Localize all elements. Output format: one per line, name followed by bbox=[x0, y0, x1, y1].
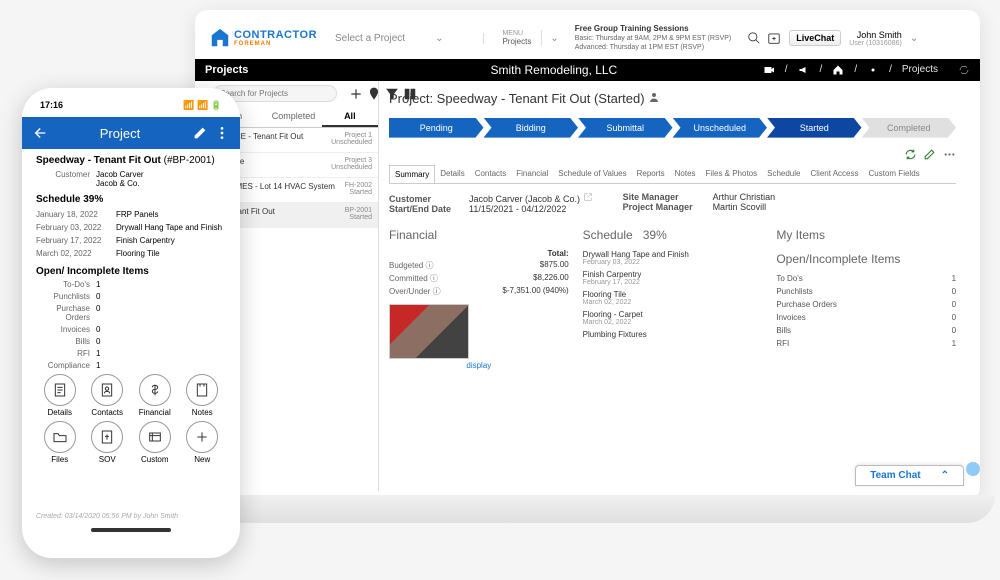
new-button[interactable]: New bbox=[186, 421, 218, 464]
megaphone-icon[interactable] bbox=[798, 64, 810, 76]
tab-schedule[interactable]: Schedule bbox=[762, 165, 805, 183]
schedule-section: Schedule 39% Drywall Hang Tape and Finis… bbox=[583, 228, 763, 370]
refresh-icon[interactable] bbox=[958, 64, 970, 76]
chevron-down-icon: ⌄ bbox=[910, 33, 918, 44]
home-icon[interactable] bbox=[832, 64, 844, 76]
chat-bubble-icon[interactable] bbox=[966, 462, 980, 476]
stage-pipeline: Pending Bidding Submittal Unscheduled St… bbox=[389, 118, 956, 138]
stage-unscheduled[interactable]: Unscheduled bbox=[673, 118, 768, 138]
gear-icon[interactable] bbox=[867, 64, 879, 76]
title-bar: Projects Smith Remodeling, LLC / / / / P… bbox=[195, 59, 980, 81]
display-link[interactable]: display bbox=[389, 361, 569, 370]
stage-pending[interactable]: Pending bbox=[389, 118, 484, 138]
phone-header: Project bbox=[22, 117, 240, 149]
stage-completed[interactable]: Completed bbox=[862, 118, 957, 138]
brand-logo[interactable]: CONTRACTORFOREMAN bbox=[209, 27, 317, 49]
chevron-down-icon: ⌄ bbox=[550, 33, 558, 44]
brand-name: CONTRACTOR bbox=[234, 29, 317, 41]
main-content: en Completed All PALACE - Tenant Fit Out… bbox=[209, 81, 966, 491]
select-project-dropdown[interactable]: Select a Project⌄ bbox=[325, 33, 484, 44]
back-icon[interactable] bbox=[32, 125, 48, 141]
phone-notch bbox=[86, 88, 176, 106]
phone-title: Project bbox=[48, 126, 192, 141]
myitems-section: My Items Open/Incomplete Items To Do's1 … bbox=[776, 228, 956, 370]
tab-contacts[interactable]: Contacts bbox=[470, 165, 512, 183]
tab-files[interactable]: Files & Photos bbox=[701, 165, 763, 183]
project-title: Project: Speedway - Tenant Fit Out (Star… bbox=[389, 87, 956, 110]
user-menu[interactable]: John Smith User (10316086) bbox=[849, 30, 902, 47]
created-text: Created: 03/14/2020 05:56 PM by John Smi… bbox=[30, 509, 232, 524]
video-icon[interactable] bbox=[763, 64, 775, 76]
external-icon[interactable] bbox=[583, 192, 593, 202]
financial-button[interactable]: Financial bbox=[139, 374, 171, 417]
phone-frame: 17:16 📶 📶 🔋 Project Speedway - Tenant Fi… bbox=[22, 88, 240, 558]
stage-started[interactable]: Started bbox=[767, 118, 862, 138]
menu-dropdown[interactable]: MENUProjects bbox=[492, 30, 542, 46]
more-icon[interactable] bbox=[214, 125, 230, 141]
phone-buttons-row1: Details Contacts Financial Notes bbox=[36, 374, 226, 417]
company-name: Smith Remodeling, LLC bbox=[345, 63, 763, 77]
tab-notes[interactable]: Notes bbox=[670, 165, 701, 183]
tab-summary[interactable]: Summary bbox=[389, 165, 435, 183]
custom-button[interactable]: Custom bbox=[139, 421, 171, 464]
top-bar: CONTRACTORFOREMAN Select a Project⌄ MENU… bbox=[209, 22, 966, 59]
project-info: CustomerJacob Carver (Jacob & Co.) Start… bbox=[389, 184, 956, 222]
signal-wifi-battery-icons: 📶 📶 🔋 bbox=[183, 100, 222, 111]
phone-buttons-row2: Files SOV Custom New bbox=[36, 421, 226, 464]
laptop-base bbox=[175, 495, 995, 523]
home-indicator[interactable] bbox=[91, 528, 171, 532]
details-button[interactable]: Details bbox=[44, 374, 76, 417]
more-icon[interactable] bbox=[943, 148, 956, 161]
laptop-frame: CONTRACTORFOREMAN Select a Project⌄ MENU… bbox=[195, 10, 980, 500]
brand-sub: FOREMAN bbox=[234, 41, 317, 47]
stage-submittal[interactable]: Submittal bbox=[578, 118, 673, 138]
tab-custom[interactable]: Custom Fields bbox=[864, 165, 925, 183]
plus-icon[interactable] bbox=[349, 87, 363, 101]
header-icons bbox=[747, 31, 781, 45]
summary-columns: Financial Total: Budgeted ⓘ$875.00 Commi… bbox=[389, 228, 956, 370]
sov-button[interactable]: SOV bbox=[91, 421, 123, 464]
phone-project-name: Speedway - Tenant Fit Out (#BP-2001) bbox=[36, 155, 226, 166]
phone-body: Speedway - Tenant Fit Out (#BP-2001) Cus… bbox=[30, 149, 232, 509]
livechat-button[interactable]: LiveChat bbox=[789, 30, 841, 46]
stage-bidding[interactable]: Bidding bbox=[484, 118, 579, 138]
files-button[interactable]: Files bbox=[44, 421, 76, 464]
tab-reports[interactable]: Reports bbox=[632, 165, 670, 183]
photo-thumbnail[interactable] bbox=[389, 304, 469, 359]
calendar-add-icon[interactable] bbox=[767, 31, 781, 45]
edit-icon[interactable] bbox=[192, 125, 208, 141]
contacts-button[interactable]: Contacts bbox=[91, 374, 123, 417]
tab-all[interactable]: All bbox=[322, 107, 378, 127]
breadcrumb[interactable]: Projects bbox=[902, 64, 938, 75]
tab-completed[interactable]: Completed bbox=[265, 107, 321, 127]
training-info: Free Group Training Sessions Basic: Thur… bbox=[567, 24, 740, 53]
financial-section: Financial Total: Budgeted ⓘ$875.00 Commi… bbox=[389, 228, 569, 370]
team-chat-button[interactable]: Team Chat⌃ bbox=[855, 465, 964, 486]
tab-sov[interactable]: Schedule of Values bbox=[553, 165, 631, 183]
search-icon[interactable] bbox=[747, 31, 761, 45]
tab-details[interactable]: Details bbox=[435, 165, 469, 183]
tab-client[interactable]: Client Access bbox=[805, 165, 863, 183]
tab-financial[interactable]: Financial bbox=[511, 165, 553, 183]
detail-tabs: Summary Details Contacts Financial Sched… bbox=[389, 165, 956, 184]
chevron-up-icon: ⌃ bbox=[941, 470, 949, 481]
notes-button[interactable]: Notes bbox=[186, 374, 218, 417]
project-detail: Project: Speedway - Tenant Fit Out (Star… bbox=[379, 81, 966, 491]
edit-icon[interactable] bbox=[923, 148, 936, 161]
person-icon bbox=[648, 91, 660, 103]
page-title: Projects bbox=[205, 64, 345, 76]
titlebar-icons: / / / / Projects bbox=[763, 64, 970, 76]
chevron-down-icon: ⌄ bbox=[435, 33, 443, 44]
refresh-icon[interactable] bbox=[904, 148, 917, 161]
